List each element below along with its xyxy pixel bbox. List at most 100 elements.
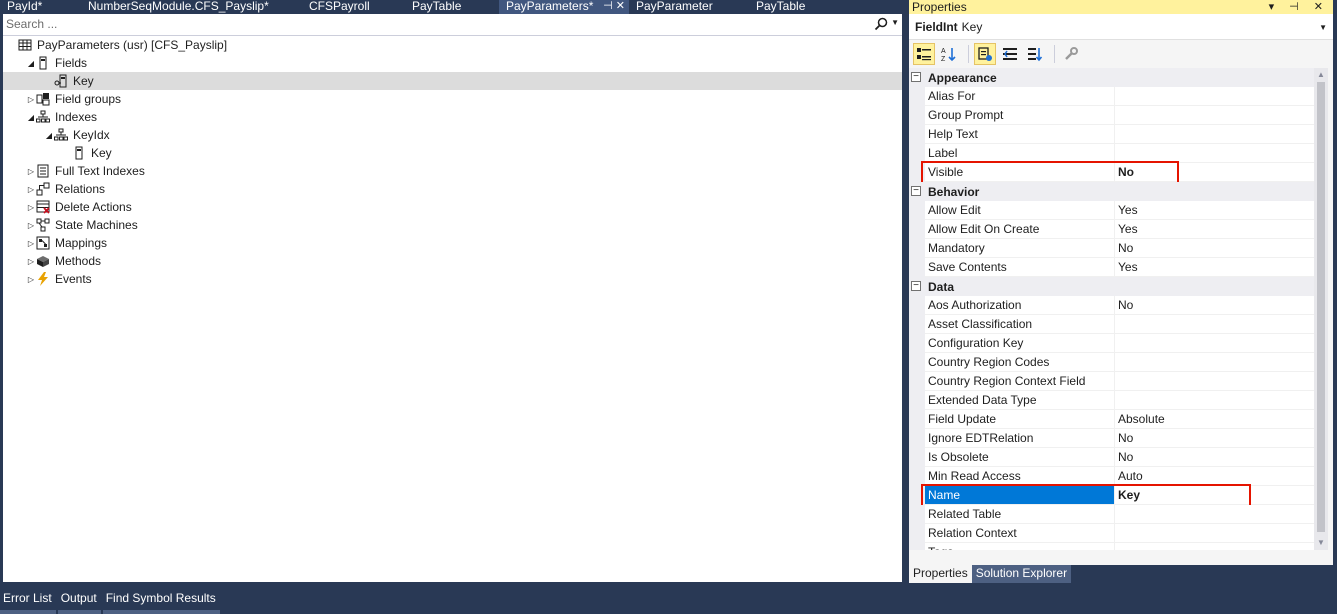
property-row-tags[interactable]: Tags <box>909 543 1314 550</box>
property-value[interactable] <box>1114 524 1314 543</box>
tree-node-payparameters-usr-cfs-payslip[interactable]: PayParameters (usr) [CFS_Payslip] <box>3 36 902 54</box>
property-value[interactable] <box>1114 505 1314 524</box>
tree-node-fields[interactable]: ◢ Fields <box>3 54 902 72</box>
tab-cfspayroll[interactable]: CFSPayroll <box>302 0 405 14</box>
property-row-related-table[interactable]: Related Table <box>909 505 1314 524</box>
property-value[interactable]: Auto <box>1114 467 1314 486</box>
tab-numberseqmodule-cfs-payslip[interactable]: NumberSeqModule.CFS_Payslip* <box>81 0 302 14</box>
tree-node-state-machines[interactable]: ▷ State Machines <box>3 216 902 234</box>
panel-tab-solution-explorer[interactable]: Solution Explorer <box>971 565 1072 583</box>
scrollbar-thumb[interactable] <box>1317 82 1325 532</box>
expand-arrow-icon[interactable]: ▷ <box>26 166 36 176</box>
property-value[interactable] <box>1114 315 1314 334</box>
category-behavior[interactable]: − Behavior <box>909 182 1314 201</box>
bottom-tab-output[interactable]: Output <box>57 588 101 614</box>
search-icon[interactable] <box>874 17 888 31</box>
property-row-save-contents[interactable]: Save Contents Yes <box>909 258 1314 277</box>
tree-node-relations[interactable]: ▷ Relations <box>3 180 902 198</box>
scroll-down-arrow-icon[interactable]: ▼ <box>1317 538 1325 547</box>
property-value[interactable]: Yes <box>1114 201 1314 220</box>
property-row-min-read-access[interactable]: Min Read Access Auto <box>909 467 1314 486</box>
expand-arrow-icon[interactable]: ▷ <box>26 94 36 104</box>
property-value[interactable]: Key <box>1114 486 1314 505</box>
collapse-arrow-icon[interactable]: ◢ <box>26 112 36 122</box>
property-row-extended-data-type[interactable]: Extended Data Type <box>909 391 1314 410</box>
property-value[interactable] <box>1114 144 1314 163</box>
category-appearance[interactable]: − Appearance <box>909 68 1314 87</box>
property-value[interactable]: Absolute <box>1114 410 1314 429</box>
property-row-configuration-key[interactable]: Configuration Key <box>909 334 1314 353</box>
property-value[interactable] <box>1114 353 1314 372</box>
property-value[interactable]: Yes <box>1114 258 1314 277</box>
property-row-is-obsolete[interactable]: Is Obsolete No <box>909 448 1314 467</box>
wrench-icon[interactable] <box>1060 43 1082 65</box>
property-value[interactable] <box>1114 87 1314 106</box>
property-value[interactable]: No <box>1114 163 1314 182</box>
expand-arrow-icon[interactable]: ▷ <box>26 184 36 194</box>
object-selector-chevron-icon[interactable]: ▼ <box>1319 23 1327 32</box>
expand-arrow-icon[interactable]: ▷ <box>26 220 36 230</box>
collapse-category-icon[interactable]: − <box>911 281 921 291</box>
tab-paytable[interactable]: PayTable <box>749 0 839 14</box>
property-row-visible[interactable]: Visible No <box>909 163 1314 182</box>
property-row-group-prompt[interactable]: Group Prompt <box>909 106 1314 125</box>
tree-node-methods[interactable]: ▷ Methods <box>3 252 902 270</box>
property-value[interactable] <box>1114 334 1314 353</box>
tree-node-indexes[interactable]: ◢ Indexes <box>3 108 902 126</box>
property-value[interactable]: No <box>1114 429 1314 448</box>
property-row-allow-edit[interactable]: Allow Edit Yes <box>909 201 1314 220</box>
tab-paytable[interactable]: PayTable <box>405 0 499 14</box>
collapse-category-icon[interactable]: − <box>911 72 921 82</box>
property-row-relation-context[interactable]: Relation Context <box>909 524 1314 543</box>
tree-node-field-groups[interactable]: ▷ Field groups <box>3 90 902 108</box>
property-row-aos-authorization[interactable]: Aos Authorization No <box>909 296 1314 315</box>
property-row-ignore-edtrelation[interactable]: Ignore EDTRelation No <box>909 429 1314 448</box>
tree-node-events[interactable]: ▷ Events <box>3 270 902 288</box>
property-row-country-region-context-field[interactable]: Country Region Context Field <box>909 372 1314 391</box>
property-row-country-region-codes[interactable]: Country Region Codes <box>909 353 1314 372</box>
category-data[interactable]: − Data <box>909 277 1314 296</box>
expand-arrow-icon[interactable]: ▷ <box>26 274 36 284</box>
collapse-arrow-icon[interactable]: ◢ <box>44 130 54 140</box>
property-value[interactable] <box>1114 391 1314 410</box>
property-value[interactable] <box>1114 543 1314 550</box>
property-value[interactable]: No <box>1114 448 1314 467</box>
property-row-name[interactable]: Name Key <box>909 486 1314 505</box>
object-selector[interactable]: FieldInt Key ▼ <box>909 14 1333 40</box>
property-row-allow-edit-on-create[interactable]: Allow Edit On Create Yes <box>909 220 1314 239</box>
property-row-alias-for[interactable]: Alias For <box>909 87 1314 106</box>
bottom-tab-error-list[interactable]: Error List <box>0 588 56 614</box>
property-pages-icon[interactable] <box>1024 43 1046 65</box>
tab-payid[interactable]: PayId* <box>0 0 81 14</box>
property-grid-scrollbar[interactable]: ▲ ▼ <box>1314 68 1328 550</box>
property-row-help-text[interactable]: Help Text <box>909 125 1314 144</box>
property-row-asset-classification[interactable]: Asset Classification <box>909 315 1314 334</box>
collapse-arrow-icon[interactable]: ◢ <box>26 58 36 68</box>
alphabetical-icon[interactable]: AZ <box>938 43 960 65</box>
property-value[interactable]: No <box>1114 296 1314 315</box>
expand-arrow-icon[interactable]: ▷ <box>26 202 36 212</box>
expand-arrow-icon[interactable]: ▷ <box>26 256 36 266</box>
property-value[interactable]: Yes <box>1114 220 1314 239</box>
categorized-icon[interactable] <box>913 43 935 65</box>
property-value[interactable] <box>1114 372 1314 391</box>
search-options-chevron-icon[interactable]: ▼ <box>891 18 899 27</box>
bottom-tab-find-symbol-results[interactable]: Find Symbol Results <box>102 588 220 614</box>
property-row-field-update[interactable]: Field Update Absolute <box>909 410 1314 429</box>
events-icon[interactable] <box>999 43 1021 65</box>
scroll-up-arrow-icon[interactable]: ▲ <box>1317 70 1325 79</box>
expand-arrow-icon[interactable]: ▷ <box>26 238 36 248</box>
tree-node-mappings[interactable]: ▷ Mappings <box>3 234 902 252</box>
property-value[interactable] <box>1114 106 1314 125</box>
property-row-mandatory[interactable]: Mandatory No <box>909 239 1314 258</box>
property-row-label[interactable]: Label <box>909 144 1314 163</box>
panel-tab-properties[interactable]: Properties <box>909 565 972 583</box>
collapse-category-icon[interactable]: − <box>911 186 921 196</box>
designer-search-input[interactable] <box>3 14 863 34</box>
tree-node-full-text-indexes[interactable]: ▷ Full Text Indexes <box>3 162 902 180</box>
tree-node-delete-actions[interactable]: ▷ Delete Actions <box>3 198 902 216</box>
properties-icon[interactable] <box>974 43 996 65</box>
property-value[interactable]: No <box>1114 239 1314 258</box>
property-value[interactable] <box>1114 125 1314 144</box>
tree-node-key[interactable]: Key <box>3 144 902 162</box>
